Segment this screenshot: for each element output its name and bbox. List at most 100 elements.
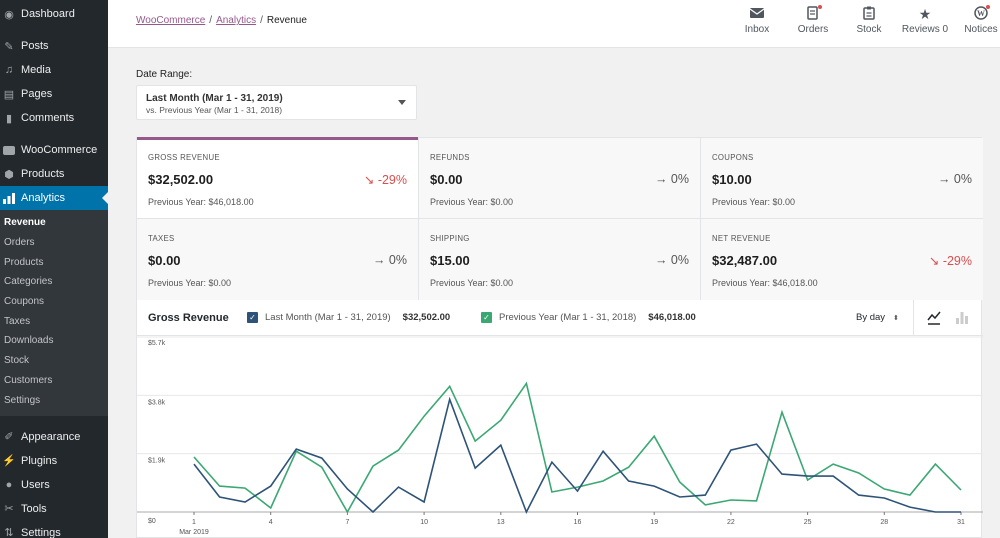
submenu-stock[interactable]: Stock xyxy=(0,351,108,371)
nav-pages[interactable]: ▤ Pages xyxy=(0,82,108,106)
date-range-picker[interactable]: Last Month (Mar 1 - 31, 2019) vs. Previo… xyxy=(136,85,417,120)
submenu-coupons[interactable]: Coupons xyxy=(0,292,108,312)
pin-icon: ✎ xyxy=(4,40,14,53)
tile-value: $10.00 xyxy=(712,172,752,187)
nav-label: Plugins xyxy=(21,454,58,467)
nav-appearance[interactable]: ✐ Appearance xyxy=(0,425,108,449)
chart-header: Gross Revenue ✓ Last Month (Mar 1 - 31, … xyxy=(137,300,983,336)
summary-numbers: GROSS REVENUE $32,502.00 ↘ -29% Previous… xyxy=(136,137,983,300)
page-header: WooCommerce / Analytics / Revenue Inbox Orde… xyxy=(108,0,1000,48)
nav-plugins[interactable]: ⚡ Plugins xyxy=(0,449,108,473)
x-tick-label: 7 xyxy=(345,519,349,526)
tile-previous: Previous Year: $46,018.00 xyxy=(712,278,818,288)
nav-settings[interactable]: ⇅ Settings xyxy=(0,521,108,538)
submenu-categories[interactable]: Categories xyxy=(0,272,108,292)
nav-label: Dashboard xyxy=(21,8,75,20)
nav-dashboard[interactable]: ◉ Dashboard xyxy=(0,2,108,26)
trend-flat-icon: → xyxy=(654,253,668,267)
summary-tile-coupons[interactable]: COUPONS $10.00 → 0% Previous Year: $0.00 xyxy=(701,138,983,219)
breadcrumb-analytics[interactable]: Analytics xyxy=(216,15,256,26)
trend-flat-icon: → xyxy=(937,172,951,186)
activity-orders[interactable]: Orders xyxy=(785,5,841,35)
tile-delta: → 0% xyxy=(938,172,972,186)
nav-label: Products xyxy=(21,168,65,180)
plug-icon: ⚡ xyxy=(2,455,16,468)
submenu-taxes[interactable]: Taxes xyxy=(0,311,108,331)
bar-chart-toggle[interactable] xyxy=(955,310,969,326)
nav-label: Comments xyxy=(21,112,75,124)
submenu-customers[interactable]: Customers xyxy=(0,371,108,391)
divider xyxy=(913,300,914,336)
nav-label: Tools xyxy=(21,502,47,515)
tile-delta: → 0% xyxy=(655,253,689,267)
legend-label: Last Month (Mar 1 - 31, 2019) xyxy=(265,312,391,323)
summary-tile-refunds[interactable]: REFUNDS $0.00 → 0% Previous Year: $0.00 xyxy=(419,138,701,219)
nav-comments[interactable]: ▮ Comments xyxy=(0,106,108,130)
x-tick-label: 22 xyxy=(727,519,735,526)
tile-previous: Previous Year: $0.00 xyxy=(712,197,796,207)
line-chart-toggle[interactable] xyxy=(927,310,941,326)
bar-chart-icon xyxy=(956,312,968,324)
nav-products[interactable]: ⬢ Products xyxy=(0,162,108,186)
chart-panel: Gross Revenue ✓ Last Month (Mar 1 - 31, … xyxy=(136,300,983,538)
y-tick-label: $1.9k xyxy=(148,458,166,465)
nav-label: Appearance xyxy=(21,430,81,443)
x-tick-label: 25 xyxy=(804,519,812,526)
tile-previous: Previous Year: $0.00 xyxy=(430,197,514,207)
nav-posts[interactable]: ✎ Posts xyxy=(0,34,108,58)
nav-analytics[interactable]: Analytics xyxy=(0,186,108,210)
activity-notices[interactable]: W Notices xyxy=(953,5,1000,35)
summary-tile-gross-revenue[interactable]: GROSS REVENUE $32,502.00 ↘ -29% Previous… xyxy=(137,137,419,219)
activity-label: Notices xyxy=(964,24,998,35)
nav-label: Media xyxy=(21,64,51,76)
tile-label: NET REVENUE xyxy=(712,234,771,243)
tile-delta: ↘ -29% xyxy=(364,172,407,187)
settings-icon: ⇅ xyxy=(4,527,14,538)
checkbox-checked-icon[interactable]: ✓ xyxy=(481,312,492,323)
activity-label: Stock xyxy=(856,24,882,35)
tile-label: COUPONS xyxy=(712,153,754,162)
delta-value: -29% xyxy=(377,173,407,187)
box-icon: ⬢ xyxy=(4,168,14,181)
tile-value: $0.00 xyxy=(430,172,463,187)
revenue-line-chart: $0 $1.9k $3.8k $5.7k 1 4 7 10 13 16 19 22 25 28 31 Mar … xyxy=(137,336,983,536)
checkbox-checked-icon[interactable]: ✓ xyxy=(247,312,258,323)
analytics-submenu: Revenue Orders Products Categories Coupo… xyxy=(0,210,108,416)
legend-total: $32,502.00 xyxy=(402,312,451,323)
submenu-products[interactable]: Products xyxy=(0,252,108,272)
nav-media[interactable]: ♫ Media xyxy=(0,58,108,82)
tile-delta: ↘ -29% xyxy=(929,253,972,268)
wordpress-icon: W xyxy=(973,5,990,22)
legend-total: $46,018.00 xyxy=(648,312,696,323)
summary-tile-shipping[interactable]: SHIPPING $15.00 → 0% Previous Year: $0.0… xyxy=(419,219,701,300)
summary-tile-net-revenue[interactable]: NET REVENUE $32,487.00 ↘ -29% Previous Y… xyxy=(701,219,983,300)
date-range-label: Date Range: xyxy=(136,69,193,80)
breadcrumb-woocommerce[interactable]: WooCommerce xyxy=(136,15,205,26)
submenu-settings[interactable]: Settings xyxy=(0,390,108,410)
nav-users[interactable]: ● Users xyxy=(0,473,108,497)
tile-label: SHIPPING xyxy=(430,234,470,243)
select-arrows-icon: ⬍ xyxy=(893,315,899,322)
nav-label: Settings xyxy=(21,526,61,538)
trend-down-icon: ↘ xyxy=(363,173,375,187)
submenu-revenue[interactable]: Revenue xyxy=(0,213,108,233)
trend-flat-icon: → xyxy=(372,253,386,267)
nav-woocommerce[interactable]: WooCommerce xyxy=(0,138,108,162)
activity-reviews[interactable]: ★ Reviews 0 xyxy=(897,6,953,35)
summary-tile-taxes[interactable]: TAXES $0.00 → 0% Previous Year: $0.00 xyxy=(137,219,419,300)
unread-dot xyxy=(986,5,990,9)
submenu-downloads[interactable]: Downloads xyxy=(0,331,108,351)
tile-label: REFUNDS xyxy=(430,153,470,162)
x-tick-label: 1 xyxy=(192,519,196,526)
nav-tools[interactable]: ✂ Tools xyxy=(0,497,108,521)
nav-label: Pages xyxy=(21,88,53,100)
submenu-orders[interactable]: Orders xyxy=(0,233,108,253)
trend-flat-icon: → xyxy=(654,172,668,186)
interval-select[interactable]: By day ⬍ xyxy=(856,312,899,323)
activity-inbox[interactable]: Inbox xyxy=(729,6,785,35)
date-range-secondary: vs. Previous Year (Mar 1 - 31, 2018) xyxy=(146,105,283,115)
legend-item-previous-year[interactable]: ✓ Previous Year (Mar 1 - 31, 2018) $46,0… xyxy=(481,312,696,323)
svg-text:W: W xyxy=(977,9,985,18)
legend-item-last-month[interactable]: ✓ Last Month (Mar 1 - 31, 2019) $32,502.… xyxy=(247,312,450,323)
activity-stock[interactable]: Stock xyxy=(841,6,897,35)
